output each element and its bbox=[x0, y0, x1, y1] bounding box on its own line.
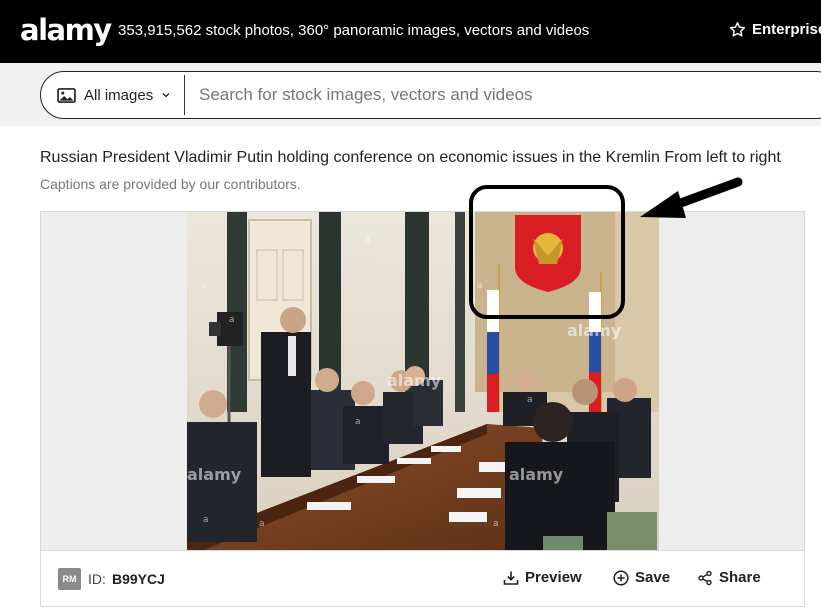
svg-text:a: a bbox=[229, 315, 235, 325]
svg-text:a: a bbox=[365, 235, 371, 245]
watermark-text: alamy bbox=[387, 371, 442, 390]
star-icon bbox=[729, 22, 746, 37]
download-icon bbox=[503, 571, 519, 585]
image-id-label: ID: bbox=[88, 571, 106, 587]
share-label: Share bbox=[719, 569, 761, 586]
plus-circle-icon bbox=[613, 569, 629, 586]
preview-label: Preview bbox=[525, 569, 582, 586]
svg-text:a: a bbox=[527, 395, 533, 405]
image-type-dropdown[interactable]: All images bbox=[57, 72, 171, 118]
image-viewer: alamy alamy alamy alamy a a a a a a a a a bbox=[40, 211, 805, 551]
svg-text:a: a bbox=[259, 519, 265, 529]
chevron-down-icon bbox=[162, 93, 170, 98]
stock-photo[interactable]: alamy alamy alamy alamy a a a a a a a a a bbox=[187, 212, 659, 551]
svg-text:a: a bbox=[355, 417, 361, 427]
svg-text:a: a bbox=[203, 515, 209, 525]
search-strip: All images bbox=[0, 63, 821, 126]
image-info-bar: RM ID: B99YCJ Preview Save Share bbox=[40, 551, 805, 607]
license-badge: RM bbox=[58, 568, 81, 590]
search-divider bbox=[184, 75, 185, 115]
top-header: alamy 353,915,562 stock photos, 360° pan… bbox=[0, 0, 821, 63]
image-id-value: B99YCJ bbox=[112, 571, 165, 587]
header-tagline: 353,915,562 stock photos, 360° panoramic… bbox=[118, 22, 590, 39]
image-icon bbox=[57, 87, 76, 103]
enterprise-label: Enterprise bbox=[752, 21, 821, 38]
save-button[interactable]: Save bbox=[613, 569, 670, 586]
caption-note: Captions are provided by our contributor… bbox=[40, 176, 301, 192]
save-label: Save bbox=[635, 569, 671, 586]
preview-button[interactable]: Preview bbox=[503, 569, 582, 586]
watermark-text: alamy bbox=[567, 321, 622, 340]
enterprise-link[interactable]: Enterprise bbox=[729, 21, 821, 38]
filter-label: All images bbox=[84, 86, 154, 104]
svg-text:a: a bbox=[477, 281, 483, 291]
share-icon bbox=[698, 570, 712, 585]
alamy-logo[interactable]: alamy bbox=[20, 12, 112, 48]
svg-text:a: a bbox=[493, 519, 499, 529]
watermark-text: alamy bbox=[509, 465, 564, 484]
search-input[interactable] bbox=[199, 78, 799, 112]
search-box: All images bbox=[40, 71, 821, 119]
share-button[interactable]: Share bbox=[697, 569, 761, 586]
watermark-text: alamy bbox=[187, 465, 242, 484]
image-caption: Russian President Vladimir Putin holding… bbox=[40, 149, 781, 166]
svg-text:a: a bbox=[201, 281, 207, 291]
